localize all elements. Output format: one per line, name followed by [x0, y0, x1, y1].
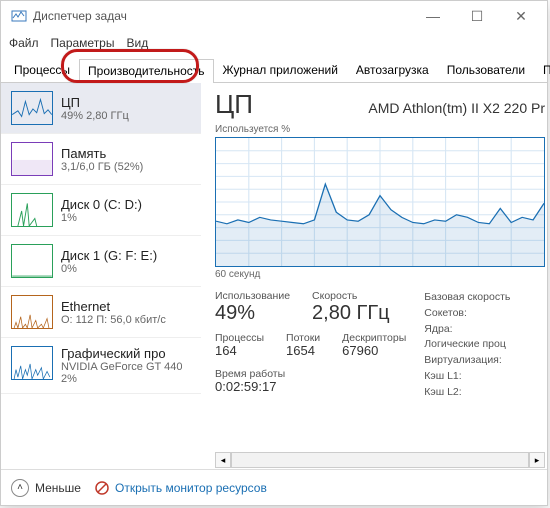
info-sockets: Сокетов: [424, 306, 510, 322]
scroll-left-button[interactable]: ◂ [215, 452, 231, 468]
procs-value: 164 [215, 344, 264, 358]
speed-value: 2,80 ГГц [312, 302, 390, 324]
cpu-model: AMD Athlon(tm) II X2 220 Pr [368, 100, 545, 116]
tab-details-truncated[interactable]: По [534, 58, 550, 82]
uptime-value: 0:02:59:17 [215, 380, 406, 394]
cpu-thumb-icon [11, 91, 53, 125]
usage-value: 49% [215, 302, 290, 324]
fewer-label: Меньше [35, 481, 81, 495]
sidebar-disk1-sub: 0% [61, 263, 157, 275]
info-virt: Виртуализация: [424, 353, 510, 369]
sidebar-item-cpu[interactable]: ЦП49% 2,80 ГГц [1, 83, 201, 134]
threads-value: 1654 [286, 344, 320, 358]
sidebar-gpu-sub2: 2% [61, 373, 182, 385]
resmon-label: Открыть монитор ресурсов [115, 481, 267, 495]
sidebar-item-memory[interactable]: Память3,1/6,0 ГБ (52%) [1, 134, 201, 185]
sidebar-cpu-sub: 49% 2,80 ГГц [61, 110, 129, 122]
sidebar-item-disk0[interactable]: Диск 0 (C: D:)1% [1, 185, 201, 236]
cpu-info-block: Базовая скорость Сокетов: Ядра: Логическ… [424, 290, 510, 400]
sidebar-item-ethernet[interactable]: EthernetО: 112 П: 56,0 кбит/с [1, 287, 201, 338]
gpu-thumb-icon [11, 346, 53, 380]
horizontal-scrollbar[interactable]: ◂ ▸ [215, 451, 545, 469]
disk0-thumb-icon [11, 193, 53, 227]
window-title: Диспетчер задач [33, 9, 411, 23]
scroll-track[interactable] [231, 452, 529, 468]
tab-processes[interactable]: Процессы [5, 58, 79, 82]
info-l2: Кэш L2: [424, 385, 510, 401]
open-resource-monitor-link[interactable]: Открыть монитор ресурсов [95, 481, 267, 495]
info-base-speed: Базовая скорость [424, 290, 510, 306]
sidebar-gpu-title: Графический про [61, 346, 182, 361]
task-manager-window: Диспетчер задач — ☐ ✕ Файл Параметры Вид… [0, 0, 548, 506]
sidebar: ЦП49% 2,80 ГГц Память3,1/6,0 ГБ (52%) Ди… [1, 83, 201, 469]
sidebar-eth-title: Ethernet [61, 299, 166, 314]
sidebar-mem-sub: 3,1/6,0 ГБ (52%) [61, 161, 143, 173]
menu-file[interactable]: Файл [9, 36, 39, 50]
ethernet-thumb-icon [11, 295, 53, 329]
main-panel: ЦП AMD Athlon(tm) II X2 220 Pr Используе… [201, 83, 547, 469]
sidebar-disk0-title: Диск 0 (C: D:) [61, 197, 142, 212]
tab-apphistory[interactable]: Журнал приложений [214, 58, 347, 82]
maximize-button[interactable]: ☐ [455, 1, 499, 31]
sidebar-gpu-sub: NVIDIA GeForce GT 440 [61, 361, 182, 373]
info-cores: Ядра: [424, 322, 510, 338]
chevron-up-icon: ˄ [11, 479, 29, 497]
tab-performance[interactable]: Производительность [79, 59, 213, 83]
menu-view[interactable]: Вид [126, 36, 148, 50]
chart-bottom-label: 60 секунд [215, 269, 545, 280]
app-icon [11, 8, 27, 24]
speed-label: Скорость [312, 290, 390, 302]
close-button[interactable]: ✕ [499, 1, 543, 31]
sidebar-disk0-sub: 1% [61, 212, 142, 224]
resource-monitor-icon [95, 481, 109, 495]
titlebar: Диспетчер задач — ☐ ✕ [1, 1, 547, 31]
scroll-right-button[interactable]: ▸ [529, 452, 545, 468]
sidebar-cpu-title: ЦП [61, 95, 129, 110]
menu-options[interactable]: Параметры [51, 36, 115, 50]
chart-top-label: Используется % [215, 124, 545, 135]
memory-thumb-icon [11, 142, 53, 176]
info-l1: Кэш L1: [424, 369, 510, 385]
handles-value: 67960 [342, 344, 406, 358]
footer: ˄ Меньше Открыть монитор ресурсов [1, 469, 547, 505]
tab-startup[interactable]: Автозагрузка [347, 58, 438, 82]
tab-users[interactable]: Пользователи [438, 58, 534, 82]
minimize-button[interactable]: — [411, 1, 455, 31]
sidebar-disk1-title: Диск 1 (G: F: E:) [61, 248, 157, 263]
sidebar-item-disk1[interactable]: Диск 1 (G: F: E:)0% [1, 236, 201, 287]
usage-label: Использование [215, 290, 290, 302]
menubar: Файл Параметры Вид [1, 31, 547, 55]
sidebar-eth-sub: О: 112 П: 56,0 кбит/с [61, 314, 166, 326]
disk1-thumb-icon [11, 244, 53, 278]
sidebar-mem-title: Память [61, 146, 143, 161]
info-logical: Логические проц [424, 337, 510, 353]
page-title: ЦП [215, 89, 253, 120]
sidebar-item-gpu[interactable]: Графический проNVIDIA GeForce GT 4402% [1, 338, 201, 394]
fewer-details-button[interactable]: ˄ Меньше [11, 479, 81, 497]
cpu-usage-chart [215, 137, 545, 267]
tabs: Процессы Производительность Журнал прило… [1, 55, 547, 83]
